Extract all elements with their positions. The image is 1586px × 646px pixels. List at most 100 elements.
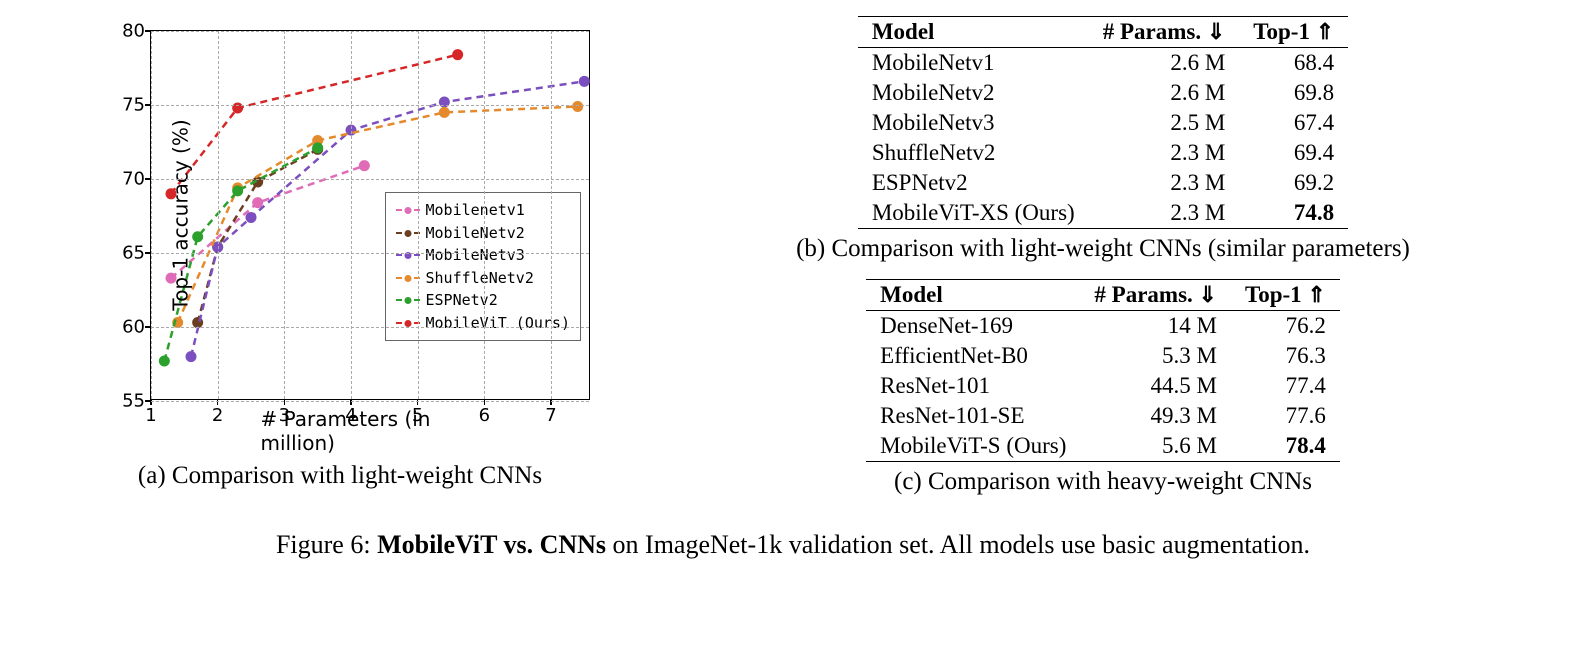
legend-swatch-icon <box>396 277 420 279</box>
left-column: Mobilenetv1MobileNetv2MobileNetv3Shuffle… <box>40 16 640 506</box>
down-arrow-icon: ⇓ <box>1207 19 1225 44</box>
x-tick-label: 6 <box>479 405 490 426</box>
x-tick-label: 2 <box>212 405 223 426</box>
legend-item: MobileNetv2 <box>396 222 571 245</box>
cell-top1: 68.4 <box>1239 48 1348 79</box>
table-header-top1: Top-1 ⇑ <box>1239 17 1348 48</box>
cell-model: MobileViT-S (Ours) <box>866 431 1080 462</box>
cell-params: 2.3 M <box>1089 198 1240 229</box>
cell-params: 5.6 M <box>1080 431 1231 462</box>
y-axis-label: Top-1 accuracy (%) <box>169 119 193 310</box>
table-row: ResNet-101-SE49.3 M77.6 <box>866 401 1340 431</box>
caption-suffix: on ImageNet-1k validation set. All model… <box>606 530 1310 559</box>
cell-top1: 74.8 <box>1239 198 1348 229</box>
chart: Mobilenetv1MobileNetv2MobileNetv3Shuffle… <box>70 16 610 456</box>
table-row: ShuffleNetv22.3 M69.4 <box>858 138 1348 168</box>
x-tick-label: 7 <box>545 405 556 426</box>
y-tick-label: 80 <box>107 21 145 42</box>
cell-top1: 76.3 <box>1231 341 1340 371</box>
table-row: EfficientNet-B05.3 M76.3 <box>866 341 1340 371</box>
series-point <box>439 107 450 118</box>
series-point <box>359 160 370 171</box>
cell-top1: 67.4 <box>1239 108 1348 138</box>
cell-model: MobileNetv2 <box>858 78 1089 108</box>
legend-label: ESPNetv2 <box>426 289 498 312</box>
legend-label: MobileViT (Ours) <box>426 312 571 335</box>
table-header-top1: Top-1 ⇑ <box>1231 280 1340 311</box>
cell-model: ESPNetv2 <box>858 168 1089 198</box>
series-point <box>312 142 323 153</box>
cell-model: ResNet-101-SE <box>866 401 1080 431</box>
table-b: Model # Params. ⇓ Top-1 ⇑ MobileNetv12.6… <box>858 16 1348 229</box>
subcaption-b: (b) Comparison with light-weight CNNs (s… <box>660 235 1546 263</box>
series-point <box>579 76 590 87</box>
cell-top1: 69.2 <box>1239 168 1348 198</box>
y-tick-label: 75 <box>107 95 145 116</box>
cell-top1: 69.8 <box>1239 78 1348 108</box>
cell-params: 2.3 M <box>1089 138 1240 168</box>
series-point <box>186 351 197 362</box>
legend-item: ShuffleNetv2 <box>396 267 571 290</box>
x-axis-label: # Parameters (in million) <box>261 407 480 455</box>
caption-prefix: Figure 6: <box>276 530 377 559</box>
x-tick-label: 1 <box>145 405 156 426</box>
cell-model: DenseNet-169 <box>866 311 1080 342</box>
table-row: MobileViT-S (Ours)5.6 M78.4 <box>866 431 1340 462</box>
cell-params: 2.6 M <box>1089 78 1240 108</box>
cell-params: 5.3 M <box>1080 341 1231 371</box>
table-row: MobileNetv22.6 M69.8 <box>858 78 1348 108</box>
cell-top1: 69.4 <box>1239 138 1348 168</box>
series-point <box>246 212 257 223</box>
cell-params: 49.3 M <box>1080 401 1231 431</box>
cell-model: ShuffleNetv2 <box>858 138 1089 168</box>
table-header-model: Model <box>858 17 1089 48</box>
legend-swatch-icon <box>396 232 420 234</box>
x-tick-label: 3 <box>279 405 290 426</box>
series-point <box>192 231 203 242</box>
table-row: DenseNet-16914 M76.2 <box>866 311 1340 342</box>
x-tick-label: 5 <box>412 405 423 426</box>
cell-params: 14 M <box>1080 311 1231 342</box>
down-arrow-icon: ⇓ <box>1199 282 1217 307</box>
legend-item: ESPNetv2 <box>396 289 571 312</box>
caption-bold: MobileViT vs. CNNs <box>377 530 606 559</box>
plot-area: Mobilenetv1MobileNetv2MobileNetv3Shuffle… <box>150 30 590 400</box>
series-point <box>232 185 243 196</box>
y-tick-label: 55 <box>107 391 145 412</box>
legend-swatch-icon <box>396 209 420 211</box>
legend-swatch-icon <box>396 254 420 256</box>
table-header-model: Model <box>866 280 1080 311</box>
legend-swatch-icon <box>396 299 420 301</box>
cell-model: EfficientNet-B0 <box>866 341 1080 371</box>
cell-top1: 78.4 <box>1231 431 1340 462</box>
x-tick-label: 4 <box>345 405 356 426</box>
table-row: ESPNetv22.3 M69.2 <box>858 168 1348 198</box>
right-column: Model # Params. ⇓ Top-1 ⇑ MobileNetv12.6… <box>660 16 1546 512</box>
legend-label: MobileNetv2 <box>426 222 525 245</box>
cell-params: 2.5 M <box>1089 108 1240 138</box>
cell-top1: 76.2 <box>1231 311 1340 342</box>
legend-label: Mobilenetv1 <box>426 199 525 222</box>
series-point <box>572 101 583 112</box>
legend-label: ShuffleNetv2 <box>426 267 534 290</box>
legend-item: MobileNetv3 <box>396 244 571 267</box>
cell-model: MobileNetv1 <box>858 48 1089 79</box>
series-line <box>171 55 458 194</box>
series-point <box>452 49 463 60</box>
table-row: ResNet-10144.5 M77.4 <box>866 371 1340 401</box>
table-row: MobileNetv32.5 M67.4 <box>858 108 1348 138</box>
figure-container: Mobilenetv1MobileNetv2MobileNetv3Shuffle… <box>40 16 1546 512</box>
cell-model: MobileNetv3 <box>858 108 1089 138</box>
cell-top1: 77.4 <box>1231 371 1340 401</box>
table-row: MobileNetv12.6 M68.4 <box>858 48 1348 79</box>
legend-item: MobileViT (Ours) <box>396 312 571 335</box>
subcaption-c: (c) Comparison with heavy-weight CNNs <box>660 468 1546 496</box>
table-header-params: # Params. ⇓ <box>1080 280 1231 311</box>
up-arrow-icon: ⇑ <box>1316 19 1334 44</box>
cell-top1: 77.6 <box>1231 401 1340 431</box>
cell-model: ResNet-101 <box>866 371 1080 401</box>
table-c: Model # Params. ⇓ Top-1 ⇑ DenseNet-16914… <box>866 279 1340 462</box>
main-caption: Figure 6: MobileViT vs. CNNs on ImageNet… <box>40 530 1546 560</box>
y-tick-label: 65 <box>107 243 145 264</box>
table-row: MobileViT-XS (Ours)2.3 M74.8 <box>858 198 1348 229</box>
